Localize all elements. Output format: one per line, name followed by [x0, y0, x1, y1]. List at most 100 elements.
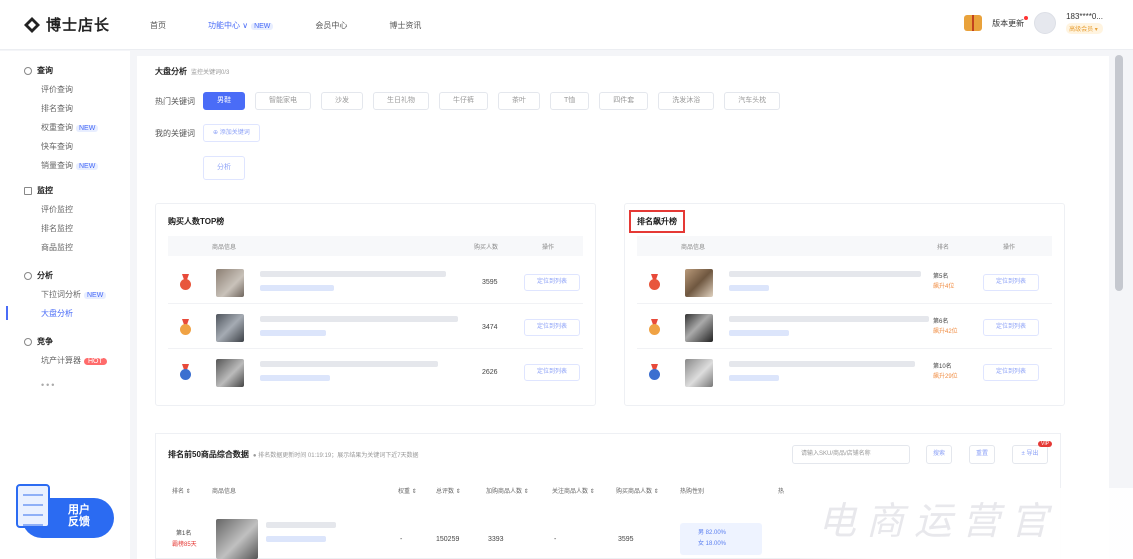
- product-thumbnail[interactable]: [216, 359, 244, 387]
- reviews-cell: 150259: [436, 536, 460, 543]
- logo-icon: [24, 16, 40, 33]
- active-indicator: [6, 306, 8, 320]
- sidebar-item-market-analysis[interactable]: 大盘分析: [41, 308, 106, 319]
- product-shop[interactable]: [266, 536, 326, 542]
- sidebar-item-calculator[interactable]: 坑产计算器 HOT: [41, 355, 107, 366]
- product-thumbnail[interactable]: [685, 314, 713, 342]
- sortable-header[interactable]: 权重 ⇕: [398, 486, 417, 495]
- silver-medal-icon: [649, 319, 660, 335]
- sortable-header[interactable]: 加购商品人数 ⇕: [486, 486, 529, 495]
- sortable-header[interactable]: 排名 ⇕: [172, 486, 191, 495]
- keyword-chip[interactable]: 沙发: [321, 92, 363, 110]
- product-name[interactable]: [260, 316, 458, 322]
- nav-membership[interactable]: 会员中心: [315, 20, 347, 31]
- table-header: 商品信息 购买人数 操作: [168, 236, 583, 256]
- scrollbar[interactable]: [1115, 55, 1123, 291]
- table-row: 第5名 飙升4位 定位到列表: [637, 262, 1052, 304]
- hot-keywords: 男鞋 智能家电 沙发 生日礼物 牛仔裤 茶叶 T恤 四件套 洗发沐浴 汽车头枕: [203, 92, 781, 110]
- streak-cell: 霸榜85天: [172, 542, 197, 548]
- user-info[interactable]: 183****0... 高级会员 ▾: [1066, 12, 1103, 34]
- keyword-chip[interactable]: 汽车头枕: [724, 92, 781, 110]
- target-icon: [24, 337, 32, 346]
- product-shop[interactable]: [729, 285, 769, 291]
- buyer-count: 3595: [482, 279, 498, 286]
- keyword-chip[interactable]: 男鞋: [203, 92, 245, 110]
- keyword-chip[interactable]: 洗发沐浴: [658, 92, 715, 110]
- nav-home[interactable]: 首页: [150, 20, 166, 31]
- sidebar-group-monitor: 监控 评价监控 排名监控 商品监控: [24, 185, 73, 253]
- sidebar-item-product-monitor[interactable]: 商品监控: [41, 242, 73, 253]
- silver-medal-icon: [180, 319, 191, 335]
- clock-icon: [24, 271, 32, 280]
- logo[interactable]: 博士店长: [24, 14, 110, 35]
- feedback-button[interactable]: 用户 反馈: [16, 484, 114, 538]
- locate-button[interactable]: 定位到列表: [524, 364, 580, 381]
- search-input[interactable]: 请输入SKU/商品/店铺名称: [792, 445, 910, 464]
- product-name[interactable]: [729, 361, 915, 367]
- product-shop[interactable]: [260, 330, 326, 336]
- product-thumbnail[interactable]: [216, 519, 258, 559]
- sidebar-item-rank-query[interactable]: 排名查询: [41, 103, 98, 114]
- product-name[interactable]: [729, 316, 929, 322]
- user-phone: 183****0...: [1066, 12, 1103, 21]
- version-update[interactable]: 版本更新: [992, 15, 1029, 29]
- product-name[interactable]: [260, 361, 438, 367]
- analyze-button[interactable]: 分析: [203, 156, 245, 180]
- table-row: 3595 定位到列表: [168, 262, 583, 304]
- keyword-chip[interactable]: 牛仔裤: [439, 92, 488, 110]
- search-icon: [24, 66, 32, 75]
- sidebar-item-sales-query[interactable]: 销量查询 NEW: [41, 160, 99, 171]
- gold-medal-icon: [180, 274, 191, 290]
- nav-features[interactable]: 功能中心 ∨ NEW: [208, 20, 274, 31]
- notification-dot: [1024, 15, 1029, 20]
- keyword-chip[interactable]: 茶叶: [498, 92, 540, 110]
- table-row: 第6名 飙升42位 定位到列表: [637, 307, 1052, 349]
- locate-button[interactable]: 定位到列表: [983, 364, 1039, 381]
- product-thumbnail[interactable]: [216, 314, 244, 342]
- product-shop[interactable]: [260, 285, 334, 291]
- add-keyword-button[interactable]: ⊕ 添加关键词: [203, 124, 260, 142]
- product-thumbnail[interactable]: [216, 269, 244, 297]
- sidebar-group-query: 查询 评价查询 排名查询 权重查询 NEW 快车查询 销量查询 NEW: [24, 65, 99, 171]
- rank-cell: 第1名: [176, 531, 192, 537]
- buyer-count: 3474: [482, 324, 498, 331]
- gift-icon[interactable]: [964, 15, 983, 31]
- search-button[interactable]: 搜索: [926, 445, 952, 464]
- product-thumbnail[interactable]: [685, 359, 713, 387]
- export-button[interactable]: ± 导出: [1012, 445, 1048, 464]
- locate-button[interactable]: 定位到列表: [524, 319, 580, 336]
- avatar[interactable]: [1034, 12, 1057, 34]
- locate-button[interactable]: 定位到列表: [524, 274, 580, 291]
- reset-button[interactable]: 重置: [969, 445, 995, 464]
- locate-button[interactable]: 定位到列表: [983, 274, 1039, 291]
- keyword-chip[interactable]: 智能家电: [255, 92, 311, 110]
- keyword-chip[interactable]: 四件套: [599, 92, 649, 110]
- nav-news[interactable]: 博士资讯: [389, 20, 421, 31]
- product-name[interactable]: [260, 271, 446, 277]
- product-thumbnail[interactable]: [685, 269, 713, 297]
- more-dots[interactable]: •••: [41, 380, 56, 390]
- product-shop[interactable]: [729, 330, 789, 336]
- keyword-chip[interactable]: T恤: [550, 92, 590, 110]
- product-shop[interactable]: [729, 375, 779, 381]
- sortable-header[interactable]: 关注商品人数 ⇕: [552, 486, 595, 495]
- top-bar: 博士店长 首页 功能中心 ∨ NEW 会员中心 博士资讯 版本更新 183****…: [0, 0, 1133, 50]
- product-shop[interactable]: [260, 375, 330, 381]
- sidebar-item-dropdown-analysis[interactable]: 下拉词分析 NEW: [41, 289, 107, 300]
- sortable-header[interactable]: 购买商品人数 ⇕: [616, 486, 659, 495]
- keyword-chip[interactable]: 生日礼物: [373, 92, 429, 110]
- sidebar-item-weight-query[interactable]: 权重查询 NEW: [41, 122, 99, 133]
- my-keywords-label: 我的关键词: [155, 129, 195, 138]
- bronze-medal-icon: [649, 364, 660, 380]
- sidebar-item-review-query[interactable]: 评价查询: [41, 84, 98, 95]
- sortable-header[interactable]: 总评数 ⇕: [436, 486, 461, 495]
- sidebar-item-express-query[interactable]: 快车查询: [41, 141, 98, 152]
- user-tag: 高级会员 ▾: [1066, 23, 1103, 34]
- sidebar-item-rank-monitor[interactable]: 排名监控: [41, 223, 73, 234]
- locate-button[interactable]: 定位到列表: [983, 319, 1039, 336]
- follow-cell: -: [554, 536, 557, 543]
- sidebar-item-review-monitor[interactable]: 评价监控: [41, 204, 73, 215]
- brand-name: 博士店长: [46, 17, 111, 34]
- product-name[interactable]: [266, 522, 336, 528]
- product-name[interactable]: [729, 271, 921, 277]
